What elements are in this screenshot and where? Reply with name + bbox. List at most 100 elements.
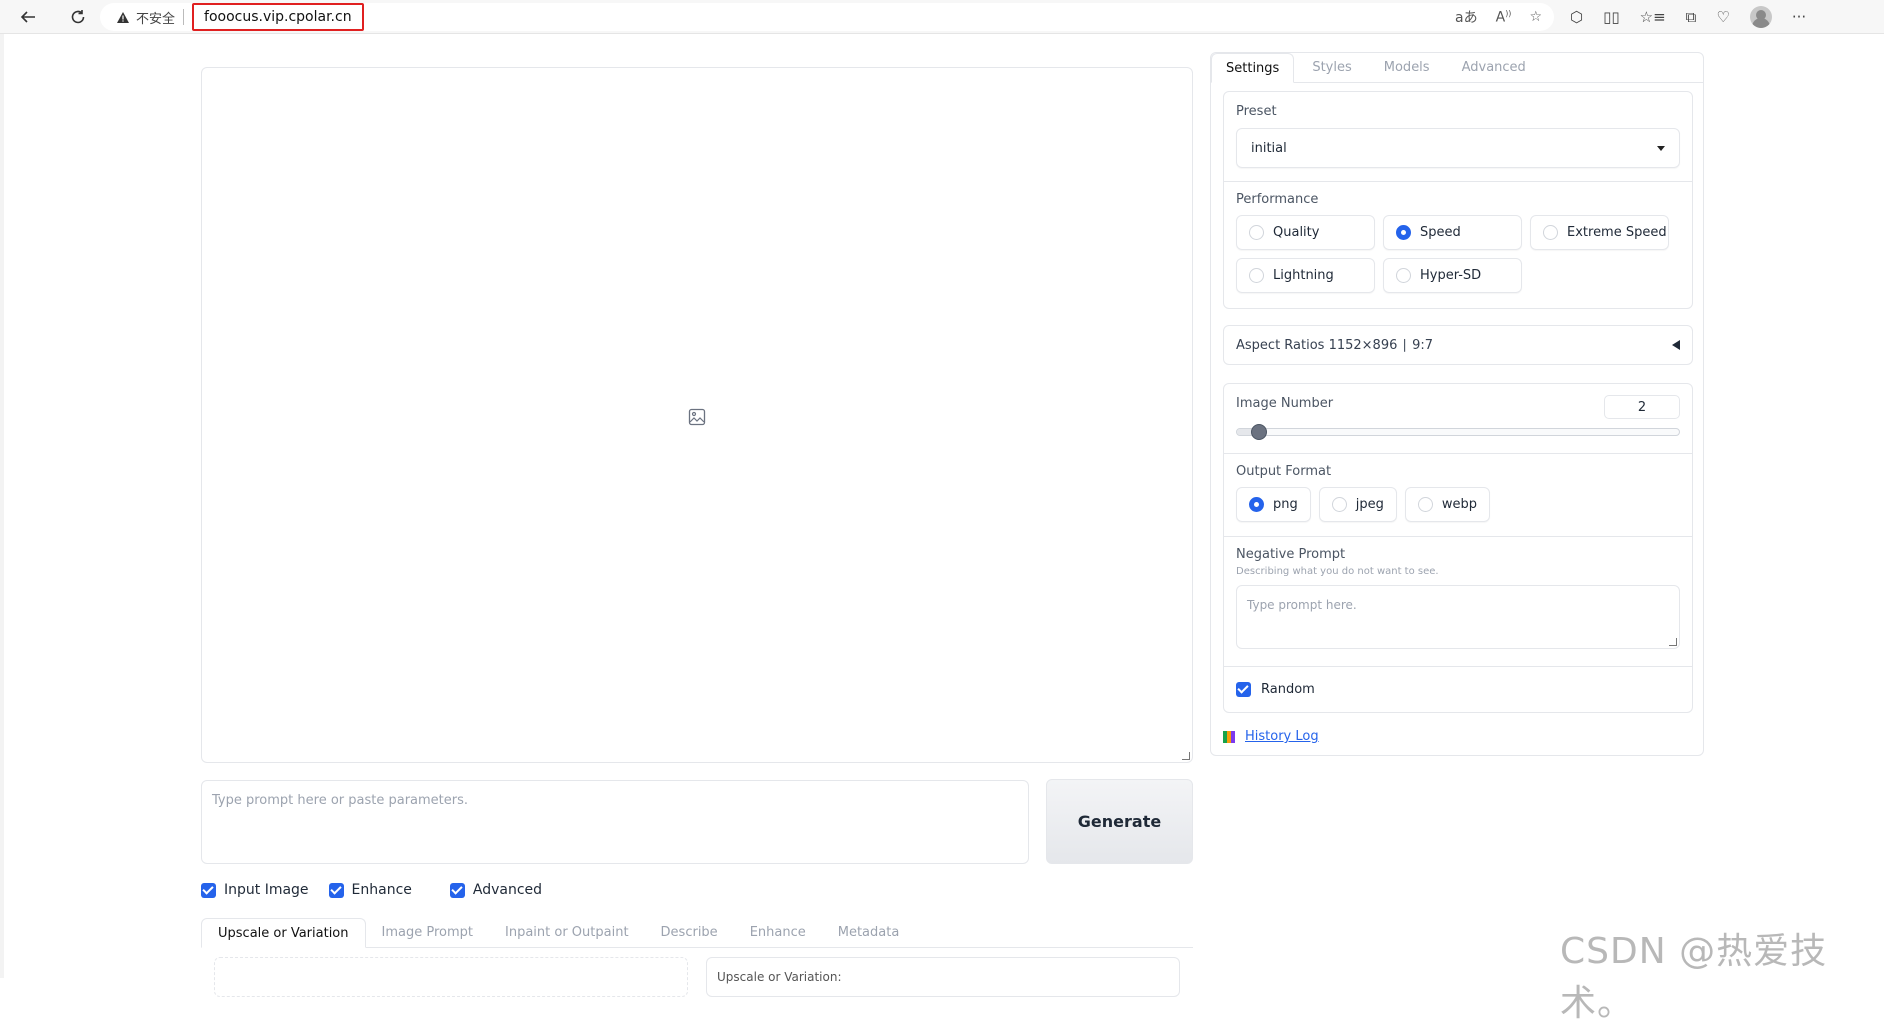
performance-icon[interactable]: ♡ xyxy=(1716,8,1729,26)
chevron-down-icon xyxy=(1657,145,1665,151)
history-log-link[interactable]: History Log xyxy=(1223,729,1319,744)
preset-label: Preset xyxy=(1236,104,1277,119)
checkbox-checked-icon xyxy=(449,882,465,898)
more-menu-icon[interactable]: ··· xyxy=(1792,8,1806,26)
tab-styles[interactable]: Styles xyxy=(1298,53,1365,82)
performance-radio-group: Quality Speed Extreme Speed Lightning Hy… xyxy=(1236,215,1680,293)
radio-label: Lightning xyxy=(1273,268,1334,283)
slider-handle[interactable] xyxy=(1251,424,1267,440)
checkbox-label: Advanced xyxy=(472,882,543,898)
aspect-ratios-accordion[interactable]: Aspect Ratios 1152×896 ∣ 9:7 xyxy=(1223,325,1693,365)
security-warning[interactable]: 不安全 xyxy=(116,8,175,27)
resize-handle[interactable] xyxy=(1669,638,1677,646)
checkbox-checked-icon xyxy=(1236,682,1251,697)
back-icon[interactable] xyxy=(14,3,42,31)
output-gallery[interactable] xyxy=(201,67,1193,763)
negative-prompt-label: Negative Prompt xyxy=(1236,547,1346,562)
performance-label: Performance xyxy=(1236,192,1319,207)
radio-label: Extreme Speed xyxy=(1567,225,1667,240)
radio-label: jpeg xyxy=(1355,497,1384,512)
image-number-slider[interactable] xyxy=(1236,424,1680,440)
preset-performance-block: Preset initial Performance Quality Speed… xyxy=(1223,91,1693,309)
profile-avatar[interactable] xyxy=(1749,6,1772,28)
radio-selected-icon xyxy=(1249,497,1264,512)
format-png-radio[interactable]: png xyxy=(1236,487,1311,522)
collapse-triangle-icon xyxy=(1672,340,1680,350)
radio-label: Speed xyxy=(1420,225,1461,240)
address-separator xyxy=(183,9,185,25)
input-image-checkbox[interactable]: Input Image xyxy=(201,882,309,898)
upscale-options: Upscale or Variation: xyxy=(706,957,1180,997)
negative-prompt-description: Describing what you do not want to see. xyxy=(1236,566,1439,577)
reload-icon[interactable] xyxy=(64,3,92,31)
tab-advanced[interactable]: Advanced xyxy=(1448,53,1540,82)
enhance-checkbox[interactable]: Enhance xyxy=(328,882,412,898)
extensions-icon[interactable]: ⬡ xyxy=(1570,8,1583,26)
tab-inpaint-or-outpaint[interactable]: Inpaint or Outpaint xyxy=(489,918,645,947)
performance-quality-radio[interactable]: Quality xyxy=(1236,215,1375,250)
tab-enhance[interactable]: Enhance xyxy=(734,918,822,947)
collections-icon[interactable]: ⧉ xyxy=(1686,8,1697,26)
performance-extreme-speed-radio[interactable]: Extreme Speed xyxy=(1530,215,1669,250)
favorite-star-icon[interactable]: ☆ xyxy=(1529,9,1542,25)
prompt-input[interactable]: Type prompt here or paste parameters. xyxy=(201,780,1029,864)
tab-settings[interactable]: Settings xyxy=(1211,53,1295,83)
generation-options-block: Image Number 2 Output Format png jpeg we… xyxy=(1223,383,1693,713)
performance-lightning-radio[interactable]: Lightning xyxy=(1236,258,1375,293)
read-aloud-icon[interactable]: A)) xyxy=(1496,9,1512,26)
split-screen-icon[interactable]: ▯▯ xyxy=(1603,8,1620,26)
favorites-icon[interactable]: ☆≡ xyxy=(1640,8,1666,26)
radio-label: Quality xyxy=(1273,225,1320,240)
image-placeholder-icon xyxy=(688,408,706,426)
settings-tabs: Settings Styles Models Advanced xyxy=(1211,53,1703,83)
preset-value: initial xyxy=(1251,140,1287,156)
output-format-radio-group: png jpeg webp xyxy=(1236,487,1680,522)
aspect-ratios-label: Aspect Ratios 1152×896 ∣ 9:7 xyxy=(1236,337,1434,353)
radio-unselected-icon xyxy=(1543,225,1558,240)
random-label: Random xyxy=(1261,682,1315,697)
radio-label: png xyxy=(1273,497,1298,512)
negative-prompt-placeholder: Type prompt here. xyxy=(1247,598,1357,612)
radio-selected-icon xyxy=(1396,225,1411,240)
warning-icon xyxy=(117,11,129,23)
security-label: 不安全 xyxy=(136,11,176,27)
url-text[interactable]: fooocus.vip.cpolar.cn xyxy=(192,3,364,31)
checkbox-checked-icon xyxy=(328,882,344,898)
negative-prompt-input[interactable]: Type prompt here. xyxy=(1236,585,1680,649)
checkbox-checked-icon xyxy=(201,882,216,898)
checkbox-label: Input Image xyxy=(224,882,309,898)
settings-panel: Settings Styles Models Advanced Preset i… xyxy=(1210,52,1704,756)
address-bar[interactable]: 不安全 fooocus.vip.cpolar.cn aあ A)) ☆ xyxy=(100,3,1554,31)
radio-unselected-icon xyxy=(1249,225,1264,240)
resize-handle[interactable] xyxy=(1182,752,1190,760)
performance-speed-radio[interactable]: Speed xyxy=(1383,215,1522,250)
translate-icon[interactable]: aあ xyxy=(1455,7,1478,27)
advanced-checkbox[interactable]: Advanced xyxy=(449,882,543,898)
preset-dropdown[interactable]: initial xyxy=(1236,128,1680,168)
input-tabs: Upscale or Variation Image Prompt Inpain… xyxy=(201,918,1193,948)
radio-unselected-icon xyxy=(1249,268,1264,283)
tab-models[interactable]: Models xyxy=(1370,53,1444,82)
radio-unselected-icon xyxy=(1331,497,1347,512)
books-icon xyxy=(1223,730,1239,743)
tab-upscale-or-variation[interactable]: Upscale or Variation xyxy=(201,918,366,948)
generate-button[interactable]: Generate xyxy=(1046,779,1193,864)
performance-hyper-sd-radio[interactable]: Hyper-SD xyxy=(1383,258,1522,293)
upscale-options-label: Upscale or Variation: xyxy=(717,970,842,984)
format-jpeg-radio[interactable]: jpeg xyxy=(1318,487,1397,522)
feature-checkboxes: Input Image Enhance Advanced xyxy=(201,882,542,898)
random-seed-checkbox[interactable]: Random xyxy=(1224,667,1692,712)
tab-metadata[interactable]: Metadata xyxy=(822,918,916,947)
image-number-input[interactable]: 2 xyxy=(1604,395,1680,419)
radio-unselected-icon xyxy=(1396,268,1411,283)
tab-describe[interactable]: Describe xyxy=(645,918,734,947)
browser-toolbar: 不安全 fooocus.vip.cpolar.cn aあ A)) ☆ ⬡ ▯▯ … xyxy=(0,0,1884,34)
checkbox-label: Enhance xyxy=(351,882,412,898)
radio-label: webp xyxy=(1441,497,1478,512)
csdn-watermark: CSDN @热爱技术。 xyxy=(1560,931,1828,1024)
history-log-label: History Log xyxy=(1245,729,1319,744)
radio-unselected-icon xyxy=(1417,497,1433,512)
tab-image-prompt[interactable]: Image Prompt xyxy=(366,918,489,947)
format-webp-radio[interactable]: webp xyxy=(1404,487,1491,522)
image-upload-area[interactable] xyxy=(214,957,688,997)
